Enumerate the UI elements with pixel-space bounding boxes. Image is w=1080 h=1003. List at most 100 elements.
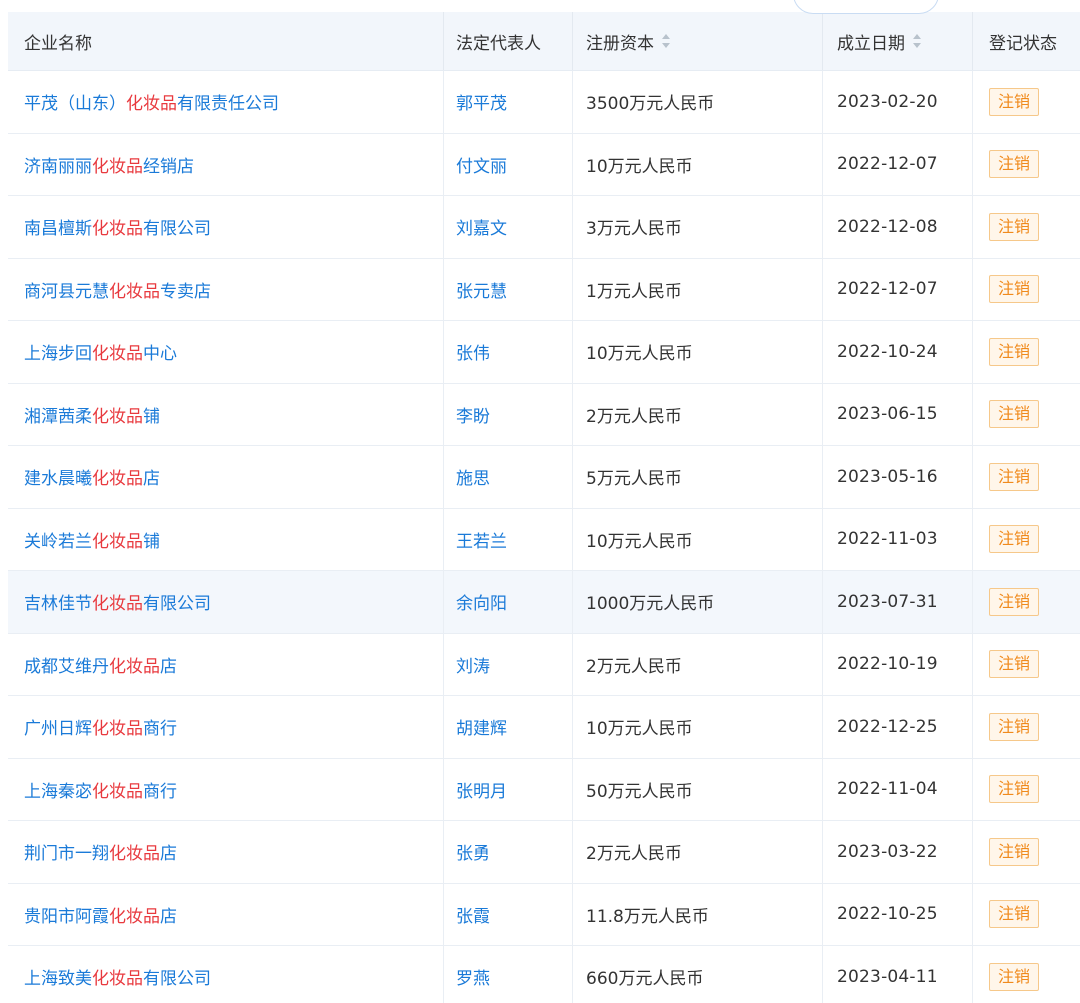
company-name-link[interactable]: 贵阳市阿霞化妆品店 (24, 902, 177, 927)
company-name-link[interactable]: 广州日辉化妆品商行 (24, 714, 177, 739)
company-name-keyword-highlight: 化妆品 (109, 281, 160, 302)
company-name-prefix: 上海秦宓 (24, 781, 92, 802)
legal-representative-link[interactable]: 张勇 (456, 839, 490, 864)
established-date-cell: 2023-04-11 (823, 946, 973, 1003)
legal-representative-link[interactable]: 张伟 (456, 339, 490, 364)
table-row: 济南丽丽化妆品经销店 付文丽 10万元人民币 2022-12-07 注销 (8, 133, 1080, 196)
registration-status-cell: 注销 (973, 634, 1080, 696)
company-name-link[interactable]: 平茂（山东）化妆品有限责任公司 (24, 89, 279, 114)
established-date-cell: 2022-10-19 (823, 633, 973, 695)
registered-capital-value: 10万元人民币 (586, 531, 693, 552)
company-name-link[interactable]: 建水晨曦化妆品店 (24, 464, 160, 489)
established-date-cell: 2022-12-08 (823, 196, 973, 258)
company-name-prefix: 成都艾维丹 (24, 656, 109, 677)
established-date-value: 2022-10-24 (837, 341, 938, 362)
header-company-name: 企业名称 (8, 12, 444, 70)
top-filter-pill-button[interactable] (793, 0, 939, 14)
header-registered-capital-label: 注册资本 (586, 33, 654, 54)
legal-representative-link[interactable]: 郭平茂 (456, 89, 507, 114)
legal-representative-link[interactable]: 刘嘉文 (456, 214, 507, 239)
header-registered-capital[interactable]: 注册资本 (573, 12, 823, 70)
company-name-link[interactable]: 吉林佳节化妆品有限公司 (24, 589, 211, 614)
company-name-link[interactable]: 上海致美化妆品有限公司 (24, 964, 211, 989)
company-name-keyword-highlight: 化妆品 (109, 844, 160, 865)
company-name-suffix: 店 (160, 656, 177, 677)
status-badge: 注销 (989, 462, 1040, 491)
established-date-value: 2022-12-25 (837, 716, 938, 737)
legal-representative-link[interactable]: 张元慧 (456, 277, 507, 302)
company-name-cell: 建水晨曦化妆品店 (8, 446, 444, 508)
legal-representative-link[interactable]: 李盼 (456, 402, 490, 427)
legal-representative-link[interactable]: 付文丽 (456, 152, 507, 177)
established-date-cell: 2023-05-16 (823, 446, 973, 508)
company-name-link[interactable]: 湘潭茜柔化妆品铺 (24, 402, 160, 427)
legal-representative-cell: 张明月 (444, 758, 573, 820)
company-name-keyword-highlight: 化妆品 (92, 781, 143, 802)
company-name-link[interactable]: 关岭若兰化妆品铺 (24, 527, 160, 552)
legal-representative-link[interactable]: 胡建辉 (456, 714, 507, 739)
legal-representative-link[interactable]: 刘涛 (456, 652, 490, 677)
registration-status-cell: 注销 (973, 384, 1080, 446)
company-name-keyword-highlight: 化妆品 (92, 219, 143, 240)
company-name-cell: 关岭若兰化妆品铺 (8, 508, 444, 570)
legal-representative-cell: 刘涛 (444, 633, 573, 695)
registered-capital-value: 1万元人民币 (586, 281, 682, 302)
company-name-prefix: 南昌檀斯 (24, 219, 92, 240)
established-date-cell: 2022-10-24 (823, 321, 973, 383)
registered-capital-value: 3万元人民币 (586, 219, 682, 240)
company-name-prefix: 商河县元慧 (24, 281, 109, 302)
company-name-suffix: 店 (160, 906, 177, 927)
header-established-date[interactable]: 成立日期 (823, 12, 973, 70)
legal-representative-link[interactable]: 王若兰 (456, 527, 507, 552)
legal-representative-link[interactable]: 张明月 (456, 777, 507, 802)
table-row: 平茂（山东）化妆品有限责任公司 郭平茂 3500万元人民币 2023-02-20… (8, 71, 1080, 134)
registered-capital-cell: 2万元人民币 (573, 633, 823, 695)
established-date-value: 2022-12-07 (837, 154, 938, 175)
company-name-link[interactable]: 南昌檀斯化妆品有限公司 (24, 214, 211, 239)
company-name-cell: 上海秦宓化妆品商行 (8, 758, 444, 820)
established-date-value: 2023-02-20 (837, 91, 938, 112)
company-results-table: 企业名称 法定代表人 注册资本 成立日期 登记状态 平茂（山东）化妆品有限责任公… (8, 12, 1080, 1003)
company-name-link[interactable]: 上海步回化妆品中心 (24, 339, 177, 364)
registered-capital-value: 10万元人民币 (586, 156, 693, 177)
company-name-prefix: 广州日辉 (24, 719, 92, 740)
registered-capital-value: 11.8万元人民币 (586, 906, 709, 927)
company-name-suffix: 有限公司 (143, 594, 211, 615)
registration-status-cell: 注销 (973, 134, 1080, 196)
legal-representative-cell: 张勇 (444, 821, 573, 883)
established-date-value: 2022-12-08 (837, 216, 938, 237)
legal-representative-link[interactable]: 施思 (456, 464, 490, 489)
header-established-date-label: 成立日期 (837, 33, 905, 54)
sort-date-icon[interactable] (913, 34, 921, 48)
status-badge: 注销 (989, 275, 1040, 304)
established-date-value: 2023-03-22 (837, 841, 938, 862)
legal-representative-link[interactable]: 余向阳 (456, 589, 507, 614)
registration-status-cell: 注销 (973, 446, 1080, 508)
registration-status-cell: 注销 (973, 196, 1080, 258)
table-body: 平茂（山东）化妆品有限责任公司 郭平茂 3500万元人民币 2023-02-20… (8, 71, 1080, 1003)
sort-capital-icon[interactable] (662, 34, 670, 48)
company-name-cell: 商河县元慧化妆品专卖店 (8, 258, 444, 320)
company-name-suffix: 店 (160, 844, 177, 865)
company-name-keyword-highlight: 化妆品 (109, 906, 160, 927)
legal-representative-link[interactable]: 罗燕 (456, 964, 490, 989)
company-search-results-page: 企业名称 法定代表人 注册资本 成立日期 登记状态 平茂（山东）化妆品有限责任公… (0, 0, 1080, 1003)
company-name-suffix: 有限责任公司 (177, 94, 279, 115)
company-name-keyword-highlight: 化妆品 (92, 156, 143, 177)
company-name-cell: 吉林佳节化妆品有限公司 (8, 571, 444, 633)
company-name-cell: 贵阳市阿霞化妆品店 (8, 883, 444, 945)
company-name-link[interactable]: 上海秦宓化妆品商行 (24, 777, 177, 802)
company-name-cell: 上海步回化妆品中心 (8, 321, 444, 383)
company-name-keyword-highlight: 化妆品 (92, 406, 143, 427)
registered-capital-value: 660万元人民币 (586, 969, 704, 990)
company-name-link[interactable]: 商河县元慧化妆品专卖店 (24, 277, 211, 302)
company-name-link[interactable]: 荆门市一翔化妆品店 (24, 839, 177, 864)
registration-status-cell: 注销 (973, 821, 1080, 883)
established-date-value: 2022-11-04 (837, 779, 938, 800)
legal-representative-link[interactable]: 张霞 (456, 902, 490, 927)
company-name-link[interactable]: 成都艾维丹化妆品店 (24, 652, 177, 677)
registered-capital-cell: 10万元人民币 (573, 508, 823, 570)
status-badge: 注销 (989, 150, 1040, 179)
company-name-link[interactable]: 济南丽丽化妆品经销店 (24, 152, 194, 177)
company-name-keyword-highlight: 化妆品 (109, 656, 160, 677)
